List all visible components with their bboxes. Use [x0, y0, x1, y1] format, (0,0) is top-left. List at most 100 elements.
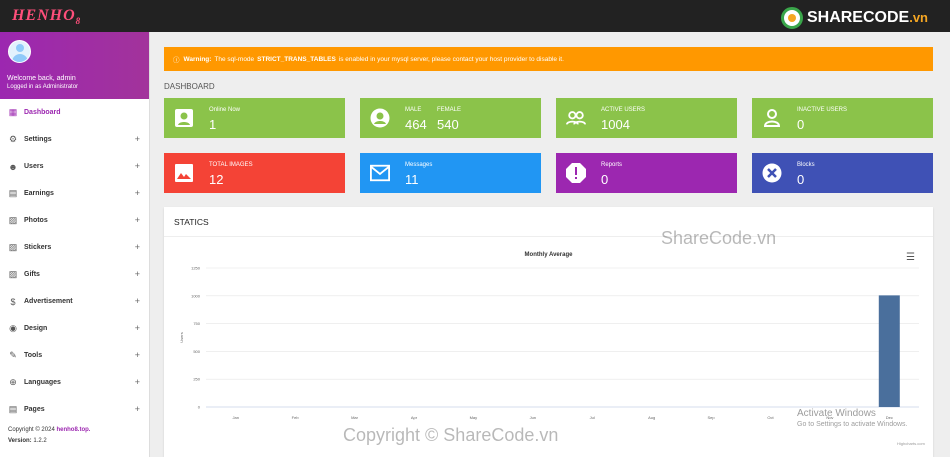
sidebar-item-gifts[interactable]: ▨ Gifts + — [0, 261, 149, 288]
expand-icon[interactable]: + — [135, 215, 140, 225]
expand-icon[interactable]: + — [135, 242, 140, 252]
expand-icon[interactable]: + — [135, 161, 140, 171]
stat-value-secondary: 540 — [437, 117, 459, 132]
sidebar-item-design[interactable]: ◉ Design + — [0, 315, 149, 342]
stat-label: ACTIVE USERS — [601, 107, 646, 113]
y-axis-label: Users — [179, 332, 184, 342]
sidebar-item-label: Settings — [24, 136, 52, 143]
watermark-bottom: Copyright © ShareCode.vn — [343, 425, 559, 445]
expand-icon[interactable]: + — [135, 350, 140, 360]
sidebar-item-label: Stickers — [24, 244, 52, 251]
globe-icon: ⊕ — [9, 377, 17, 387]
x-tick-label: Aug — [648, 415, 655, 420]
palette-icon: ◉ — [9, 323, 17, 333]
user-panel: Welcome back, admin Logged in as Adminis… — [0, 32, 149, 99]
sidebar-item-stickers[interactable]: ▨ Stickers + — [0, 234, 149, 261]
sidebar-item-pages[interactable]: ▤ Pages + — [0, 396, 149, 423]
x-tick-label: May — [470, 415, 478, 420]
stat-value: 0 — [601, 172, 609, 187]
stat-label: MALE — [405, 107, 422, 113]
x-tick-label: Dec — [886, 415, 893, 420]
sticker-icon: ▨ — [8, 242, 18, 252]
statics-panel: STATICS Monthly Average ☰ 0 250 500 750 1000… — [164, 207, 933, 457]
sidebar-item-label: Languages — [24, 379, 61, 386]
y-tick-label: 1000 — [191, 293, 201, 298]
stat-card-male[interactable]: MALE 464 FEMALE 540 — [360, 98, 541, 138]
activate-windows-sub: Go to Settings to activate Windows. — [797, 421, 908, 428]
sidebar-item-dashboard[interactable]: ▦ Dashboard — [0, 99, 149, 126]
gear-icon: ⚙ — [8, 134, 18, 144]
welcome-text: Welcome back, admin — [7, 75, 76, 82]
mail-icon — [370, 163, 390, 183]
top-navbar: HENHO8 SHARECODE.vn — [0, 0, 950, 32]
sidebar-item-advertisement[interactable]: $ Advertisement + — [0, 288, 149, 315]
sidebar-item-label: Tools — [24, 352, 43, 359]
people-icon — [566, 108, 586, 128]
sidebar-footer: Copyright © 2024 henho8.top. Version: 1.… — [8, 427, 91, 444]
sidebar-item-tools[interactable]: ✎ Tools + — [0, 342, 149, 369]
section-heading: DASHBOARD — [164, 82, 215, 91]
expand-icon[interactable]: + — [135, 134, 140, 144]
stat-label: Reports — [601, 162, 623, 168]
y-tick-label: 0 — [198, 405, 201, 410]
face-icon — [370, 108, 390, 128]
stat-card-active-users[interactable]: ACTIVE USERS 1004 — [556, 98, 737, 138]
sharecode-logo: SHARECODE.vn — [780, 7, 928, 29]
info-icon: ⓘ — [173, 57, 180, 64]
expand-icon[interactable]: + — [135, 377, 140, 387]
photo-icon: ▨ — [8, 215, 18, 225]
sidebar-item-label: Pages — [24, 406, 45, 413]
bar-dec — [878, 295, 900, 407]
watermark-top: ShareCode.vn — [661, 228, 777, 248]
sidebar-item-label: Users — [24, 163, 44, 170]
user-icon: ☻ — [8, 161, 18, 172]
sidebar-item-languages[interactable]: ⊕ Languages + — [0, 369, 149, 396]
divider — [164, 236, 933, 237]
sidebar-item-settings[interactable]: ⚙ Settings + — [0, 126, 149, 153]
stat-label: INACTIVE USERS — [797, 107, 848, 113]
expand-icon[interactable]: + — [135, 323, 140, 333]
x-tick-label: Jan — [232, 415, 238, 420]
stat-card-messages[interactable]: Messages 11 — [360, 153, 541, 193]
expand-icon[interactable]: + — [135, 269, 140, 279]
stat-card-blocks[interactable]: Blocks 0 — [752, 153, 933, 193]
stat-card-online-now[interactable]: Online Now 1 — [164, 98, 345, 138]
sidebar-item-users[interactable]: ☻ Users + — [0, 153, 149, 180]
sidebar-item-earnings[interactable]: ▤ Earnings + — [0, 180, 149, 207]
x-tick-label: Apr — [411, 415, 418, 420]
sidebar-item-label: Gifts — [24, 271, 40, 278]
copyright-link[interactable]: henho8.top. — [56, 427, 90, 433]
stat-label: Online Now — [209, 107, 241, 113]
x-tick-label: Feb — [292, 415, 300, 420]
y-tick-label: 250 — [193, 377, 200, 382]
y-tick-label: 1250 — [191, 266, 201, 271]
x-tick-label: Oct — [767, 415, 774, 420]
sidebar-item-label: Earnings — [24, 190, 54, 197]
wrench-icon: ✎ — [9, 350, 17, 360]
y-tick-label: 500 — [193, 349, 200, 354]
warning-banner: ⓘ Warning: The sql-mode STRICT_TRANS_TAB… — [164, 47, 933, 71]
stat-value: 0 — [797, 172, 805, 187]
gift-icon: ▨ — [8, 269, 18, 279]
dashboard-icon: ▦ — [8, 107, 18, 117]
panel-title: STATICS — [174, 217, 209, 227]
chart-credit[interactable]: Highcharts.com — [897, 441, 925, 446]
image-icon — [174, 163, 194, 183]
person-outline-icon — [762, 108, 782, 128]
dollar-icon: $ — [10, 296, 16, 307]
stat-card-reports[interactable]: Reports 0 — [556, 153, 737, 193]
sidebar-item-photos[interactable]: ▨ Photos + — [0, 207, 149, 234]
sidebar: Welcome back, admin Logged in as Adminis… — [0, 32, 150, 457]
site-logo[interactable]: HENHO8 — [12, 7, 81, 26]
sidebar-item-label: Photos — [24, 217, 48, 224]
avatar[interactable] — [8, 40, 31, 63]
expand-icon[interactable]: + — [135, 188, 140, 198]
stat-card-total-images[interactable]: TOTAL IMAGES 12 — [164, 153, 345, 193]
stat-card-inactive-users[interactable]: INACTIVE USERS 0 — [752, 98, 933, 138]
stat-value: 12 — [209, 172, 224, 187]
stat-label-secondary: FEMALE — [437, 107, 462, 113]
expand-icon[interactable]: + — [135, 296, 140, 306]
x-tick-label: Jul — [590, 415, 595, 420]
expand-icon[interactable]: + — [135, 404, 140, 414]
stat-value: 464 — [405, 117, 427, 132]
